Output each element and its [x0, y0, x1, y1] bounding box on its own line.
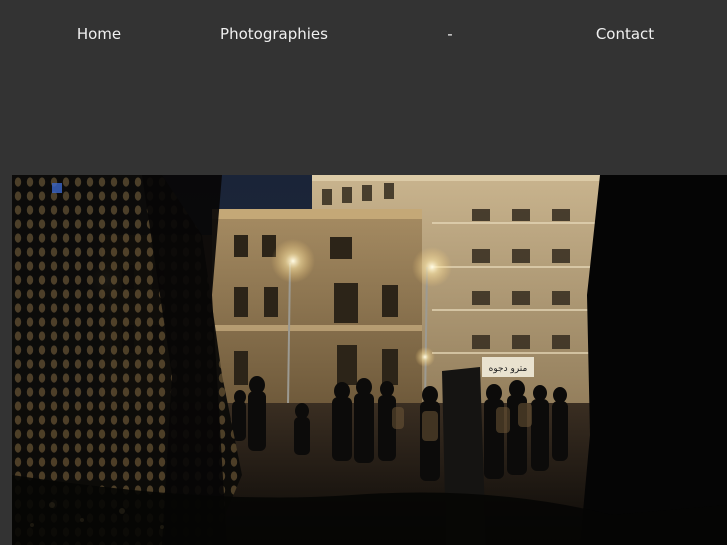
nav-photographies-link[interactable]: Photographies [220, 24, 328, 44]
featured-photograph: مترو دجوه [12, 175, 727, 545]
shadow-foreground-right [580, 175, 727, 545]
main-navigation: Home Photographies - Contact [0, 0, 727, 68]
shop-sign-text: مترو دجوه [489, 364, 528, 374]
nav-home-link[interactable]: Home [77, 24, 121, 44]
nav-separator-link[interactable]: - [447, 24, 452, 44]
photograph-image: مترو دجوه [12, 175, 727, 545]
nav-contact-link[interactable]: Contact [596, 24, 654, 44]
